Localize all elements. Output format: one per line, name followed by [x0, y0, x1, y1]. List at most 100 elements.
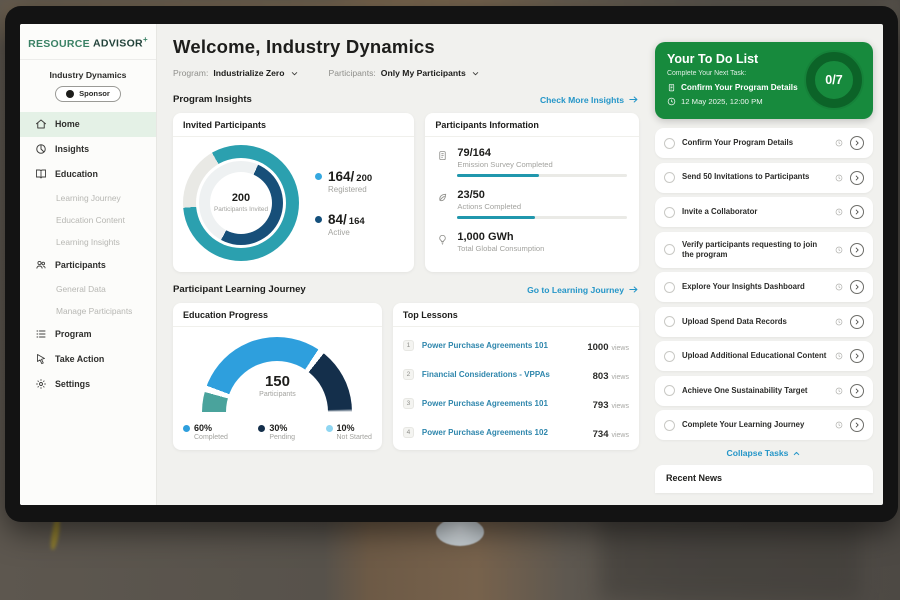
todo-task-item[interactable]: Verify participants requesting to join t…	[655, 232, 873, 268]
settings-icon	[35, 378, 47, 390]
task-checkbox[interactable]	[664, 244, 675, 255]
chevron-down-icon[interactable]	[471, 69, 480, 78]
task-open-button[interactable]	[850, 205, 864, 219]
task-checkbox[interactable]	[664, 138, 675, 149]
task-checkbox[interactable]	[664, 420, 675, 431]
task-checkbox[interactable]	[664, 172, 675, 183]
progress-bar-fill	[457, 216, 535, 219]
lesson-title-link[interactable]: Power Purchase Agreements 102	[422, 428, 585, 437]
chevron-down-icon[interactable]	[290, 69, 299, 78]
sidebar-item[interactable]: Home	[20, 112, 156, 137]
todo-task-item[interactable]: Invite a Collaborator	[655, 197, 873, 227]
todo-task-item[interactable]: Complete Your Learning Journey	[655, 410, 873, 440]
sidebar-item[interactable]: Learning Insights	[20, 231, 156, 253]
todo-task-item[interactable]: Send 50 Invitations to Participants	[655, 163, 873, 193]
donut-center-value: 200	[232, 192, 250, 204]
survey-icon	[437, 150, 448, 161]
task-open-button[interactable]	[850, 243, 864, 257]
main-content: Welcome, Industry Dynamics Program: Indu…	[157, 24, 652, 505]
education-icon	[35, 168, 47, 180]
collapse-tasks-link[interactable]: Collapse Tasks	[655, 440, 873, 465]
donut-legend: 164/ 200 Registered 84/ 164	[315, 169, 372, 237]
sidebar-item[interactable]: Learning Journey	[20, 187, 156, 209]
lesson-rank: 1	[403, 340, 414, 351]
lesson-row[interactable]: 1 Power Purchase Agreements 101 1000view…	[403, 331, 629, 360]
lesson-views-count: 803	[593, 371, 609, 382]
sidebar-item[interactable]: General Data	[20, 278, 156, 300]
task-checkbox[interactable]	[664, 282, 675, 293]
lesson-views-count: 793	[593, 400, 609, 411]
chevron-up-icon	[792, 449, 801, 458]
task-checkbox[interactable]	[664, 351, 675, 362]
sidebar-item[interactable]: Participants	[20, 253, 156, 278]
sponsor-label: Sponsor	[79, 89, 110, 98]
sidebar-item[interactable]: Settings	[20, 372, 156, 397]
education-progress-gauge-chart: 150 Participants	[202, 337, 352, 412]
monitor-stand	[436, 518, 484, 546]
program-filter-dropdown[interactable]: Program: Industrialize Zero	[173, 68, 299, 78]
info-label: Actions Completed	[457, 202, 627, 211]
sidebar: RESOURCEADVISOR+ Industry Dynamics Spons…	[20, 24, 157, 505]
lesson-row[interactable]: 3 Power Purchase Agreements 101 793views	[403, 389, 629, 418]
chevron-right-icon	[853, 352, 861, 360]
todo-progress-value: 0/7	[825, 73, 842, 87]
sidebar-item[interactable]: Take Action	[20, 347, 156, 372]
chevron-right-icon	[853, 283, 861, 291]
sidebar-item[interactable]: Education	[20, 162, 156, 187]
task-open-button[interactable]	[850, 171, 864, 185]
todo-panel: Your To Do List Complete Your Next Task:…	[652, 24, 883, 505]
legend-dot	[315, 173, 322, 180]
clock-icon	[835, 421, 843, 429]
participant-info-row: 23/50 Actions Completed	[437, 185, 627, 227]
task-checkbox[interactable]	[664, 385, 675, 396]
insights-icon	[35, 143, 47, 155]
check-more-insights-link[interactable]: Check More Insights	[540, 94, 639, 105]
sidebar-item[interactable]: Education Content	[20, 209, 156, 231]
todo-task-item[interactable]: Explore Your Insights Dashboard	[655, 272, 873, 302]
gauge-center-label: Participants	[202, 391, 352, 398]
task-open-button[interactable]	[850, 280, 864, 294]
task-checkbox[interactable]	[664, 316, 675, 327]
task-label: Upload Spend Data Records	[682, 317, 828, 327]
lesson-row[interactable]: 4 Power Purchase Agreements 102 734views	[403, 418, 629, 447]
lesson-views-label: views	[611, 403, 629, 410]
brand-resource: RESOURCE	[28, 38, 90, 50]
todo-task-item[interactable]: Upload Additional Educational Content	[655, 341, 873, 371]
legend-label: Not Started	[337, 434, 372, 441]
task-label: Upload Additional Educational Content	[682, 351, 828, 361]
task-open-button[interactable]	[850, 349, 864, 363]
legend-label: Pending	[269, 434, 295, 441]
sidebar-item[interactable]: Manage Participants	[20, 300, 156, 322]
lesson-row[interactable]: 5 Power Purchase Agreements 103 600views	[403, 447, 629, 450]
task-label: Verify participants requesting to join t…	[682, 240, 828, 260]
participants-filter-dropdown[interactable]: Participants: Only My Participants	[329, 68, 480, 78]
task-label: Complete Your Learning Journey	[682, 420, 828, 430]
sidebar-item[interactable]: Program	[20, 322, 156, 347]
task-open-button[interactable]	[850, 136, 864, 150]
task-checkbox[interactable]	[664, 207, 675, 218]
todo-task-item[interactable]: Achieve One Sustainability Target	[655, 376, 873, 406]
donut-legend-item: 84/ 164 Active	[315, 212, 372, 237]
task-open-button[interactable]	[850, 315, 864, 329]
lesson-title-link[interactable]: Power Purchase Agreements 101	[422, 399, 585, 408]
sidebar-item[interactable]: Insights	[20, 137, 156, 162]
todo-task-item[interactable]: Upload Spend Data Records	[655, 307, 873, 337]
participants-information-title: Participants Information	[425, 113, 639, 137]
task-open-button[interactable]	[850, 418, 864, 432]
participant-info-row: 79/164 Emission Survey Completed	[437, 143, 627, 185]
clock-icon	[835, 352, 843, 360]
sidebar-item-label: Learning Insights	[56, 237, 120, 247]
go-to-learning-journey-link[interactable]: Go to Learning Journey	[527, 284, 639, 295]
lesson-title-link[interactable]: Power Purchase Agreements 101	[422, 341, 579, 350]
todo-task-item[interactable]: Confirm Your Program Details	[655, 128, 873, 158]
lesson-title-link[interactable]: Financial Considerations - VPPAs	[422, 370, 585, 379]
lesson-views-count: 734	[593, 429, 609, 440]
chevron-right-icon	[853, 318, 861, 326]
lesson-row[interactable]: 2 Financial Considerations - VPPAs 803vi…	[403, 360, 629, 389]
monitor-bezel: RESOURCEADVISOR+ Industry Dynamics Spons…	[5, 6, 898, 522]
sponsor-badge[interactable]: Sponsor	[55, 86, 121, 102]
sponsor-icon	[66, 90, 74, 98]
participants-information-card: Participants Information 79/164 Emission…	[425, 113, 639, 272]
task-open-button[interactable]	[850, 384, 864, 398]
gauge-legend: 60% Completed 30% Pending	[173, 412, 382, 441]
